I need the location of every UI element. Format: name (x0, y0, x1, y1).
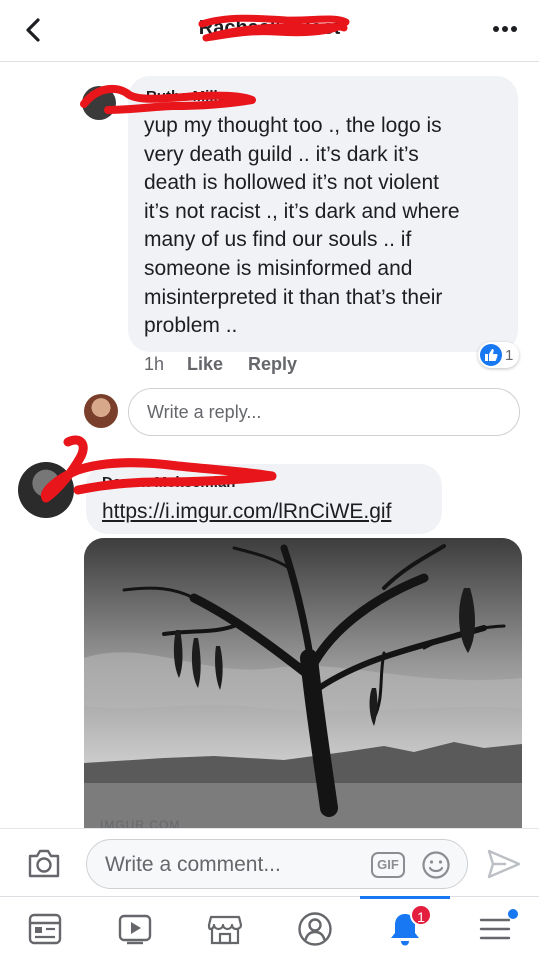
tab-notifications[interactable]: 1 (360, 896, 450, 960)
menu-icon (479, 918, 511, 940)
avatar[interactable] (18, 462, 74, 518)
news-feed-icon (28, 913, 62, 945)
comment-time: 1h (144, 354, 165, 374)
page-title: Rachael's Post (198, 17, 341, 39)
tree-image (84, 538, 522, 828)
camera-icon[interactable] (26, 846, 62, 880)
marketplace-icon (207, 915, 243, 945)
reaction-summary[interactable]: 1 (478, 342, 520, 368)
emoji-icon[interactable] (421, 850, 451, 880)
post-header: Rachael's Post (0, 0, 539, 62)
tab-news-feed[interactable] (0, 897, 90, 960)
video-icon (118, 914, 152, 945)
avatar (84, 394, 118, 428)
reply-input[interactable]: Write a reply... (128, 388, 520, 436)
send-icon[interactable] (486, 848, 522, 880)
bottom-tab-bar: 1 (0, 896, 539, 960)
avatar[interactable] (82, 86, 116, 120)
gif-preview[interactable] (84, 538, 522, 828)
tab-profile[interactable] (270, 897, 360, 960)
comment-placeholder: Write a comment... (105, 853, 281, 876)
notification-badge: 1 (410, 904, 432, 926)
profile-icon (298, 912, 332, 946)
comment-composer: Write a comment... GIF (0, 828, 539, 896)
gif-button[interactable]: GIF (371, 852, 405, 878)
tab-marketplace[interactable] (180, 897, 270, 960)
thumbs-up-icon (480, 344, 502, 366)
comment-author[interactable]: Ruthe Miller (146, 88, 232, 105)
tab-menu[interactable] (450, 897, 539, 960)
tab-watch[interactable] (90, 897, 180, 960)
comment-input[interactable]: Write a comment... GIF (86, 839, 468, 889)
like-button[interactable]: Like (187, 354, 223, 375)
reply-placeholder: Write a reply... (147, 402, 262, 422)
comment-author[interactable]: Darren Mckeemian (102, 474, 235, 491)
reply-button[interactable]: Reply (248, 354, 297, 375)
more-horizontal-icon[interactable] (491, 18, 519, 40)
comment-text: yup my thought too ., the logo is very d… (144, 114, 460, 338)
menu-indicator-dot (508, 909, 518, 919)
gif-link[interactable]: https://i.imgur.com/lRnCiWE.gif (102, 500, 391, 524)
reaction-count: 1 (505, 346, 514, 364)
